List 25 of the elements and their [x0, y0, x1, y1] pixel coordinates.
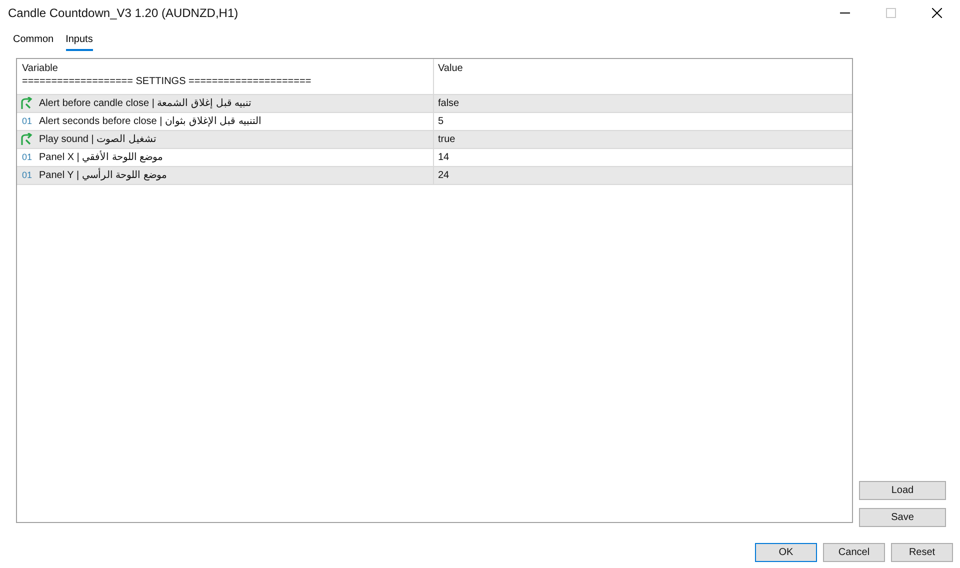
variable-name: Panel Y | موضع اللوحة الرأسي — [39, 168, 166, 183]
variable-name: Panel X | موضع اللوحة الأفقي — [39, 150, 163, 165]
side-button[interactable]: Save — [859, 508, 946, 527]
dialog-button[interactable]: Cancel — [823, 543, 885, 562]
side-button[interactable]: Load — [859, 481, 946, 500]
tab[interactable]: Common — [13, 33, 54, 51]
close-icon — [932, 8, 942, 18]
column-header: Value — [438, 62, 464, 76]
value-cell[interactable]: false — [438, 96, 460, 111]
value-cell[interactable]: true — [438, 132, 456, 147]
variable-name: Alert seconds before close | التنبيه قبل الإغلاق بثوان — [39, 115, 262, 129]
type-icon: 01 — [20, 168, 34, 182]
dialog-button[interactable]: OK — [755, 543, 817, 562]
column-header: Variable — [22, 62, 59, 76]
value-cell[interactable]: 24 — [438, 168, 450, 183]
variable-name: Play sound | تشغيل الصوت — [39, 133, 156, 147]
value-cell[interactable]: 5 — [438, 114, 444, 129]
dialog-button[interactable]: Reset — [891, 543, 953, 562]
window-title: Candle Countdown_V3 1.20 (AUDNZD,H1) — [8, 4, 240, 22]
type-icon: 01 — [20, 150, 34, 164]
value-cell[interactable]: 14 — [438, 150, 450, 165]
section-label: =================== SETTINGS ===================== — [22, 76, 312, 88]
type-icon: 01 — [20, 114, 34, 128]
tab[interactable]: Inputs — [66, 33, 93, 51]
variable-name: Alert before candle close | تنبيه قبل إغلاق الشمعة — [39, 97, 252, 111]
